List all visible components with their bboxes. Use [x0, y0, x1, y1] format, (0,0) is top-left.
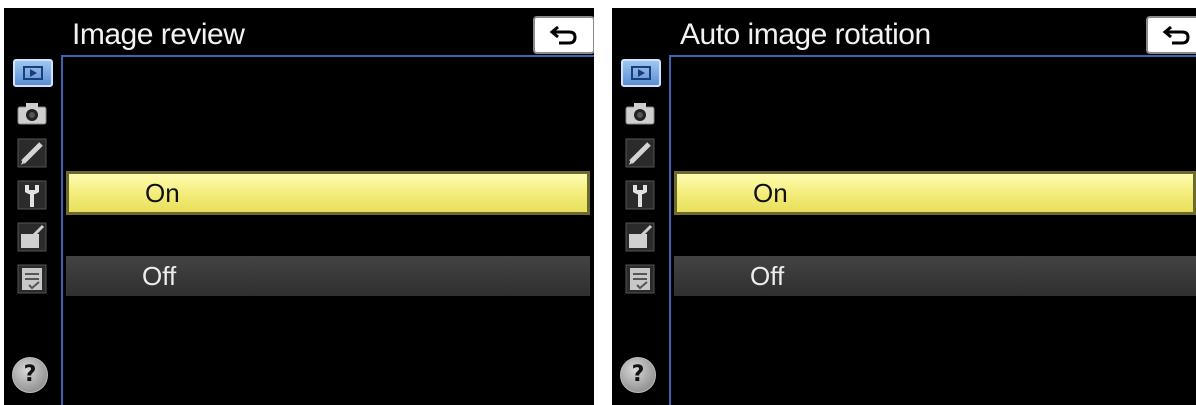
shooting-menu-tab[interactable]	[618, 96, 662, 130]
camera-icon	[17, 103, 47, 125]
title-divider	[61, 55, 594, 57]
menu-rail: ?	[4, 8, 62, 405]
playback-icon	[621, 59, 661, 87]
retouch-icon	[17, 222, 47, 252]
wrench-icon	[17, 180, 47, 210]
setup-menu-tab[interactable]	[618, 178, 662, 212]
playback-menu-tab[interactable]	[6, 53, 60, 93]
pencil-icon	[625, 138, 655, 168]
setup-menu-tab[interactable]	[10, 178, 54, 212]
option-off[interactable]: Off	[66, 256, 590, 296]
page-title: Image review	[72, 18, 245, 51]
custom-settings-tab[interactable]	[618, 136, 662, 170]
playback-menu-tab[interactable]	[614, 53, 668, 93]
playback-icon	[13, 59, 53, 87]
page-title: Auto image rotation	[680, 18, 931, 51]
return-icon	[549, 25, 577, 45]
option-on[interactable]: On	[674, 171, 1196, 215]
retouch-menu-tab[interactable]	[10, 220, 54, 254]
pencil-icon	[17, 138, 47, 168]
my-menu-tab[interactable]	[10, 262, 54, 296]
title-divider	[669, 55, 1196, 57]
retouch-icon	[625, 222, 655, 252]
shooting-menu-tab[interactable]	[10, 96, 54, 130]
menu-rail: ?	[612, 8, 670, 405]
help-button[interactable]: ?	[620, 357, 656, 393]
return-icon	[1162, 25, 1190, 45]
camera-icon	[625, 103, 655, 125]
wrench-icon	[625, 180, 655, 210]
option-on[interactable]: On	[66, 171, 590, 215]
back-button[interactable]	[533, 16, 594, 54]
my-menu-tab[interactable]	[618, 262, 662, 296]
auto-image-rotation-screen: ? Auto image rotation On Off	[612, 8, 1196, 405]
image-review-screen: ? Image review On Off	[4, 8, 594, 405]
custom-settings-tab[interactable]	[10, 136, 54, 170]
my-menu-icon	[17, 264, 47, 294]
my-menu-icon	[625, 264, 655, 294]
help-button[interactable]: ?	[12, 357, 48, 393]
back-button[interactable]	[1146, 16, 1196, 54]
option-off[interactable]: Off	[674, 256, 1196, 296]
retouch-menu-tab[interactable]	[618, 220, 662, 254]
